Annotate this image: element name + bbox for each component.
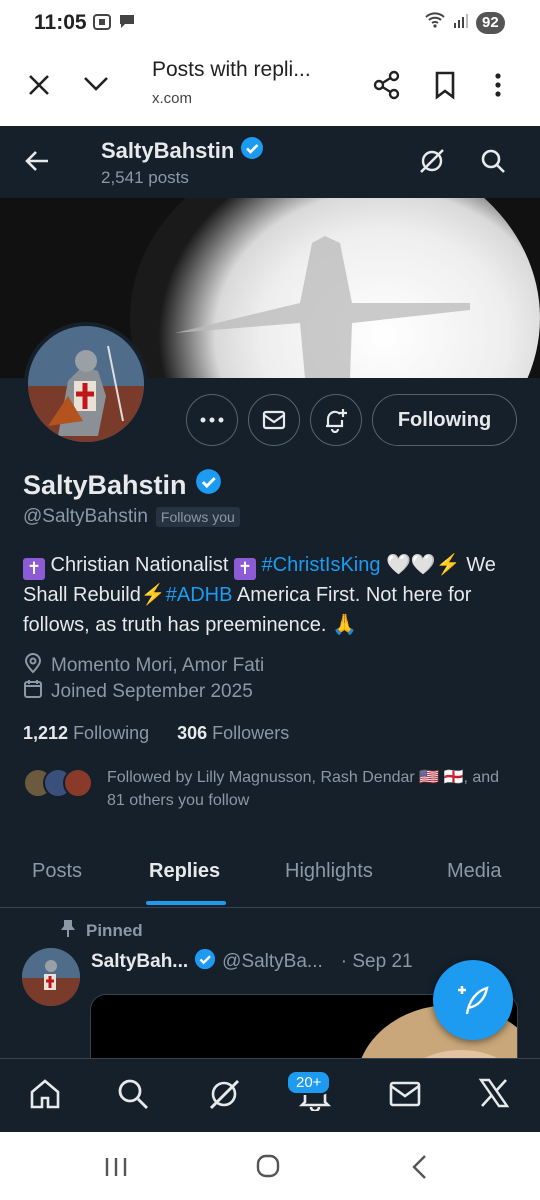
bio-text-1: Christian Nationalist [45, 554, 234, 576]
notify-button[interactable] [310, 394, 362, 446]
joined-text: Joined September 2025 [51, 681, 253, 702]
following-count: 1,212 [23, 723, 69, 743]
post-date: · Sep 21 [340, 951, 413, 972]
messages-envelope-icon[interactable] [388, 1077, 422, 1116]
share-icon[interactable] [372, 70, 402, 105]
system-navigation-bar [0, 1132, 540, 1200]
chevron-down-icon[interactable] [82, 74, 110, 99]
profile-page: SaltyBahstin 2,541 posts Following Salty… [0, 126, 540, 1058]
bookmark-icon[interactable] [434, 70, 456, 105]
following-label: Following [73, 723, 150, 743]
post-author-handle: @SaltyBa... [222, 951, 323, 972]
display-name: SaltyBahstin [23, 468, 222, 502]
more-options-button[interactable] [186, 394, 238, 446]
hashtag-link[interactable]: #ChristIsKing [262, 554, 381, 576]
screenshot-icon [92, 12, 112, 37]
header-name: SaltyBahstin [101, 136, 264, 166]
verified-badge-icon [240, 136, 264, 166]
profile-bio: ✝ Christian Nationalist ✝ #ChristIsKing … [23, 550, 523, 640]
followers-count: 306 [177, 723, 208, 743]
verified-badge-icon [195, 468, 222, 502]
pinned-text: Pinned [86, 920, 143, 940]
home-button-icon[interactable] [256, 1154, 280, 1183]
more-vertical-icon[interactable] [494, 72, 502, 103]
status-time: 11:05 [34, 11, 87, 34]
more-horizontal-icon [200, 417, 224, 423]
back-nav-icon[interactable] [410, 1154, 428, 1185]
profile-tabs: Posts Replies Highlights Media [0, 846, 540, 908]
notification-count-badge: 20+ [286, 1070, 332, 1095]
browser-page-title: Posts with repli... [152, 58, 311, 81]
follows-you-badge: Follows you [155, 507, 240, 527]
display-name-text: SaltyBahstin [23, 469, 187, 500]
wifi-icon [424, 11, 446, 34]
post-author-name[interactable]: SaltyBah... [91, 951, 188, 973]
close-icon[interactable] [26, 72, 52, 103]
followed-by-text[interactable]: Followed by Lilly Magnusson, Rash Dendar… [107, 766, 507, 812]
message-button[interactable] [248, 394, 300, 446]
verified-badge-icon [194, 948, 216, 976]
explore-search-icon[interactable] [116, 1077, 150, 1116]
browser-url: x.com [152, 90, 193, 107]
tab-replies[interactable]: Replies [149, 860, 220, 883]
bell-plus-icon [326, 409, 347, 433]
location-pin-icon [23, 652, 43, 680]
post-avatar[interactable] [22, 948, 80, 1006]
home-icon[interactable] [28, 1077, 62, 1116]
profile-joined: Joined September 2025 [23, 679, 253, 705]
active-tab-indicator [146, 901, 226, 905]
profile-header: SaltyBahstin 2,541 posts [0, 126, 540, 198]
back-arrow-icon[interactable] [24, 149, 50, 178]
following-stat[interactable]: 1,212 Following [23, 723, 149, 744]
status-bar: 11:05 92 [0, 0, 540, 46]
header-name-text: SaltyBahstin [101, 138, 235, 163]
tab-posts[interactable]: Posts [32, 860, 82, 883]
calendar-icon [23, 679, 43, 705]
bottom-navigation [0, 1058, 540, 1132]
post-count: 2,541 posts [101, 168, 189, 187]
mutual-avatars[interactable] [23, 766, 103, 802]
chat-icon [118, 12, 136, 37]
followers-stat[interactable]: 306 Followers [177, 723, 289, 744]
cross-icon: ✝ [23, 558, 45, 580]
avatar [63, 768, 93, 798]
followers-label: Followers [212, 723, 290, 743]
feather-plus-icon [458, 986, 489, 1015]
grok-icon[interactable] [418, 147, 446, 180]
grok-icon[interactable] [207, 1077, 241, 1116]
profile-avatar[interactable] [24, 322, 148, 446]
x-logo-icon[interactable] [478, 1077, 510, 1114]
hashtag-link[interactable]: #ADHB [166, 584, 233, 606]
compose-post-button[interactable] [433, 960, 513, 1040]
battery-indicator: 92 [476, 11, 505, 34]
tab-highlights[interactable]: Highlights [285, 860, 373, 883]
post-header: SaltyBah... @SaltyBa... · Sep 21 [91, 948, 413, 976]
signal-icon [452, 11, 470, 34]
pinned-label: Pinned [60, 918, 143, 943]
location-text: Momento Mori, Amor Fati [51, 655, 265, 676]
recent-apps-icon[interactable] [104, 1156, 128, 1183]
handle-text: @SaltyBahstin [23, 506, 148, 527]
cross-icon: ✝ [233, 558, 256, 580]
envelope-icon [262, 410, 286, 430]
following-button[interactable]: Following [372, 394, 517, 446]
profile-location: Momento Mori, Amor Fati [23, 652, 264, 680]
follow-stats: 1,212 Following 306 Followers [23, 723, 289, 744]
pin-icon [60, 918, 76, 943]
profile-handle: @SaltyBahstin Follows you [23, 506, 240, 528]
tab-media[interactable]: Media [447, 860, 501, 883]
search-icon[interactable] [480, 148, 506, 179]
